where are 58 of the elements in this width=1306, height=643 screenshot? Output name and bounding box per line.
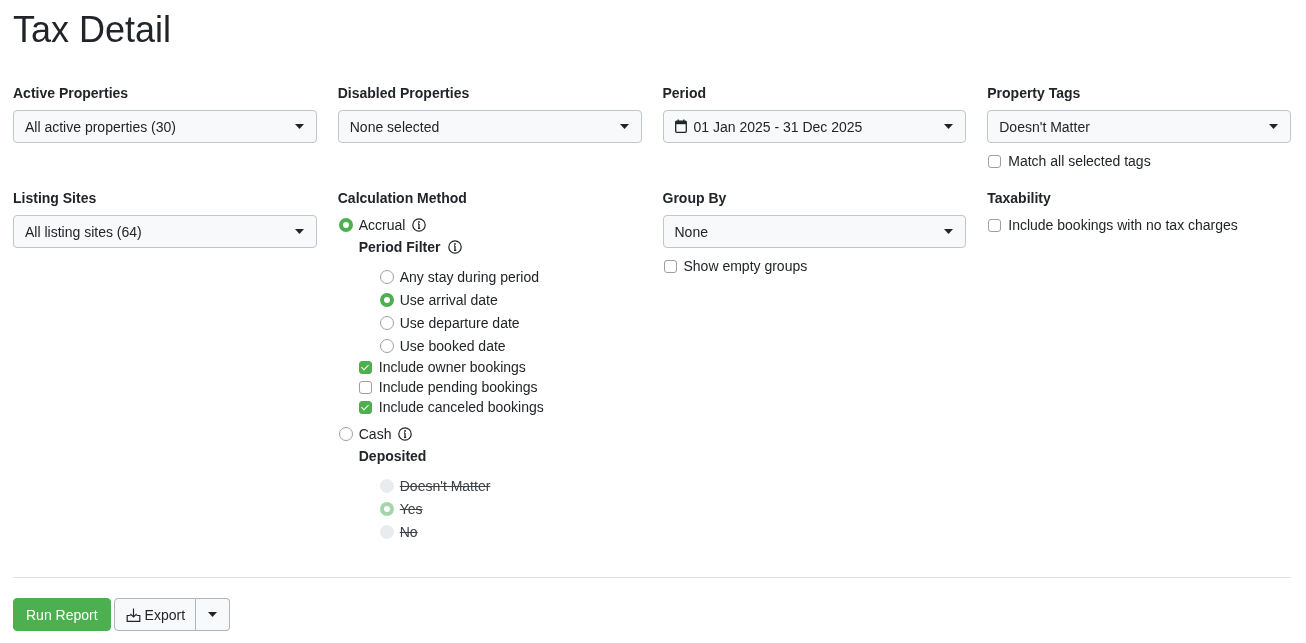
checkbox[interactable]: [988, 154, 1002, 168]
dropdown-select[interactable]: 01 Jan 2025 - 31 Dec 2025: [662, 110, 967, 143]
checkbox[interactable]: [358, 380, 372, 394]
field-label: Group By: [662, 190, 728, 207]
caret-icon: [294, 124, 304, 129]
field-label: Calculation Method: [337, 190, 468, 207]
section-label: Deposited: [358, 448, 427, 464]
field-label: Listing Sites: [13, 190, 98, 207]
checkbox[interactable]: [358, 400, 372, 414]
export-button[interactable]: Export: [113, 598, 197, 631]
radio-button[interactable]: [338, 427, 353, 441]
dropdown-select[interactable]: All listing sites (64): [13, 215, 317, 248]
radio-label: No: [399, 523, 418, 540]
radio-button[interactable]: [379, 315, 394, 330]
checkbox[interactable]: [663, 259, 677, 273]
download-icon: [125, 607, 141, 622]
radio-label: Use booked date: [399, 337, 506, 354]
caret-icon: [294, 229, 304, 234]
caret-icon: [619, 124, 629, 129]
page-title: Tax Detail: [13, 8, 173, 51]
caret-icon: [944, 229, 954, 234]
radio-button[interactable]: [379, 269, 394, 284]
field-label: Active Properties: [13, 85, 130, 102]
calendar-icon: [674, 119, 687, 133]
radio-button[interactable]: [379, 338, 394, 353]
section-label: Period Filter: [358, 239, 441, 255]
checkbox[interactable]: [988, 218, 1002, 232]
radio-button[interactable]: [379, 292, 394, 307]
radio-label: Accrual: [358, 217, 406, 233]
field-label: Period: [662, 85, 708, 102]
radio-label: Cash: [358, 426, 392, 442]
info-icon[interactable]: [448, 240, 463, 254]
checkbox[interactable]: [358, 360, 372, 374]
radio-label: Doesn't Matter: [399, 477, 491, 494]
checkbox-label: Include canceled bookings: [378, 399, 544, 415]
field-label: Property Tags: [987, 85, 1082, 102]
info-icon[interactable]: [412, 218, 427, 232]
radio-label: Any stay during period: [399, 268, 540, 285]
caret-icon: [208, 612, 218, 617]
radio-label: Use arrival date: [399, 291, 498, 308]
checkbox-label: Include pending bookings: [378, 379, 538, 395]
field-label: Disabled Properties: [337, 85, 471, 102]
dropdown-toggle-button[interactable]: [196, 598, 231, 631]
dropdown-select[interactable]: None selected: [337, 110, 642, 143]
caret-icon: [944, 124, 954, 129]
info-icon[interactable]: [398, 427, 413, 441]
caret-icon: [1269, 124, 1278, 129]
checkbox-label: Include owner bookings: [378, 359, 526, 375]
radio-button[interactable]: [338, 218, 353, 232]
dropdown-select[interactable]: None: [662, 215, 967, 248]
radio-label: Yes: [399, 500, 423, 517]
field-label: Taxability: [987, 190, 1052, 207]
dropdown-select[interactable]: Doesn't Matter: [987, 110, 1291, 143]
dropdown-select[interactable]: All active properties (30): [13, 110, 317, 143]
checkbox-label: Match all selected tags: [1008, 153, 1151, 169]
radio-label: Use departure date: [399, 314, 520, 331]
checkbox-label: Include bookings with no tax charges: [1008, 217, 1238, 233]
checkbox-label: Show empty groups: [683, 258, 808, 274]
